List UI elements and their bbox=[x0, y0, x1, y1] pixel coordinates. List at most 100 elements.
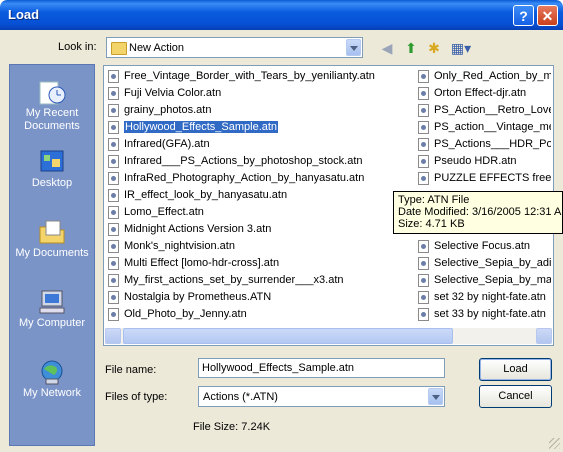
files-of-type-label: Files of type: bbox=[105, 391, 168, 403]
file-name: Pseudo HDR.atn bbox=[434, 155, 517, 167]
place-label: My Network bbox=[22, 387, 82, 399]
horizontal-scrollbar[interactable] bbox=[105, 328, 552, 344]
look-in-label: Look in: bbox=[58, 41, 97, 53]
file-name-input[interactable]: Hollywood_Effects_Sample.atn bbox=[198, 358, 445, 378]
list-item[interactable]: Fuji Velvia Color.atn bbox=[106, 85, 414, 102]
atn-file-icon bbox=[418, 70, 429, 83]
list-item[interactable]: PS_action__Vintage_mee bbox=[416, 119, 551, 136]
scroll-thumb[interactable] bbox=[123, 328, 453, 344]
atn-file-icon bbox=[108, 206, 119, 219]
list-item[interactable]: grainy_photos.atn bbox=[106, 102, 414, 119]
up-folder-icon[interactable]: ⬆ bbox=[401, 38, 421, 58]
list-item[interactable]: Monk's_nightvision.atn bbox=[106, 238, 414, 255]
file-name: Midnight Actions Version 3.atn bbox=[124, 223, 272, 235]
my-network-icon bbox=[37, 359, 67, 385]
list-item[interactable]: set 32 by night-fate.atn bbox=[416, 289, 551, 306]
list-item[interactable]: Selective_Sepia_by_adity bbox=[416, 255, 551, 272]
file-name: Fuji Velvia Color.atn bbox=[124, 87, 222, 99]
file-name: IR_effect_look_by_hanyasatu.atn bbox=[124, 189, 288, 201]
list-item[interactable]: InfraRed_Photography_Action_by_hanyasatu… bbox=[106, 170, 414, 187]
close-button[interactable]: ✕ bbox=[537, 5, 558, 26]
file-name: PUZZLE EFFECTS free ve bbox=[434, 172, 551, 184]
atn-file-icon bbox=[108, 291, 119, 304]
list-item[interactable]: Selective_Sepia_by_marl bbox=[416, 272, 551, 289]
list-item[interactable]: Hollywood_Effects_Sample.atn bbox=[106, 119, 414, 136]
scroll-right-button[interactable] bbox=[536, 328, 552, 344]
file-name: Selective Focus.atn bbox=[434, 240, 530, 252]
resize-grip-icon[interactable] bbox=[549, 438, 560, 449]
list-item[interactable]: Only_Red_Action_by_mi bbox=[416, 68, 551, 85]
file-name: Infrared(GFA).atn bbox=[124, 138, 210, 150]
list-item[interactable]: Free_Vintage_Border_with_Tears_by_yenili… bbox=[106, 68, 414, 85]
folder-icon bbox=[111, 42, 127, 55]
file-name: Only_Red_Action_by_mi bbox=[434, 70, 551, 82]
place-my-computer[interactable]: My Computer bbox=[10, 281, 94, 343]
chevron-down-icon[interactable] bbox=[346, 39, 361, 56]
dialog-title: Load bbox=[8, 7, 40, 22]
place-desktop[interactable]: Desktop bbox=[10, 141, 94, 203]
desktop-icon bbox=[37, 149, 67, 175]
cancel-button[interactable]: Cancel bbox=[479, 385, 552, 408]
atn-file-icon bbox=[108, 121, 119, 134]
atn-file-icon bbox=[108, 308, 119, 321]
file-name: Multi Effect [lomo-hdr-cross].atn bbox=[124, 257, 280, 269]
file-name: Orton Effect-djr.atn bbox=[434, 87, 527, 99]
file-name: Infrared___PS_Actions_by_photoshop_stock… bbox=[124, 155, 363, 167]
list-item[interactable]: Pseudo HDR.atn bbox=[416, 153, 551, 170]
files-of-type-select[interactable]: Actions (*.ATN) bbox=[198, 386, 445, 407]
atn-file-icon bbox=[108, 138, 119, 151]
title-bar[interactable]: Load ? ✕ bbox=[0, 0, 563, 30]
list-item[interactable]: Infrared(GFA).atn bbox=[106, 136, 414, 153]
place-my-documents[interactable]: My Documents bbox=[10, 211, 94, 273]
back-icon[interactable]: ◀ bbox=[377, 38, 397, 58]
load-dialog: Load ? ✕ Look in: New Action ◀ ⬆ ✱ ▦▾ My… bbox=[0, 0, 563, 452]
atn-file-icon bbox=[108, 240, 119, 253]
list-item[interactable]: Orton Effect-djr.atn bbox=[416, 85, 551, 102]
atn-file-icon bbox=[108, 172, 119, 185]
new-folder-icon[interactable]: ✱ bbox=[424, 38, 444, 58]
atn-file-icon bbox=[418, 257, 429, 270]
list-item[interactable]: PUZZLE EFFECTS free ve bbox=[416, 170, 551, 187]
file-name: Selective_Sepia_by_adity bbox=[434, 257, 551, 269]
scroll-left-button[interactable] bbox=[105, 328, 121, 344]
load-button[interactable]: Load bbox=[479, 358, 552, 381]
chevron-down-icon[interactable] bbox=[428, 388, 443, 405]
atn-file-icon bbox=[108, 155, 119, 168]
list-item[interactable]: Midnight Actions Version 3.atn bbox=[106, 221, 414, 238]
file-name: Free_Vintage_Border_with_Tears_by_yenili… bbox=[124, 70, 375, 82]
file-name: grainy_photos.atn bbox=[124, 104, 212, 116]
atn-file-icon bbox=[418, 138, 429, 151]
help-button[interactable]: ? bbox=[513, 5, 534, 26]
list-item[interactable]: Lomo_Effect.atn bbox=[106, 204, 414, 221]
atn-file-icon bbox=[108, 274, 119, 287]
list-item[interactable]: Old_Photo_by_Jenny.atn bbox=[106, 306, 414, 323]
list-item[interactable]: PS_Actions___HDR_Post bbox=[416, 136, 551, 153]
file-name-label: File name: bbox=[105, 364, 157, 376]
file-name: Monk's_nightvision.atn bbox=[124, 240, 235, 252]
list-item[interactable]: set 33 by night-fate.atn bbox=[416, 306, 551, 323]
file-name: My_first_actions_set_by_surrender___x3.a… bbox=[124, 274, 344, 286]
atn-file-icon bbox=[108, 104, 119, 117]
place-my-network[interactable]: My Network bbox=[10, 351, 94, 413]
file-name: Selective_Sepia_by_marl bbox=[434, 274, 551, 286]
list-item[interactable]: Infrared___PS_Actions_by_photoshop_stock… bbox=[106, 153, 414, 170]
atn-file-icon bbox=[418, 155, 429, 168]
file-name: set 32 by night-fate.atn bbox=[434, 291, 546, 303]
views-menu-icon[interactable]: ▦▾ bbox=[448, 38, 474, 58]
places-bar: My Recent Documents Desktop My Documents… bbox=[9, 64, 95, 446]
list-item[interactable]: Multi Effect [lomo-hdr-cross].atn bbox=[106, 255, 414, 272]
look-in-combo[interactable]: New Action bbox=[106, 37, 363, 58]
place-my-recent-documents[interactable]: My Recent Documents bbox=[10, 71, 94, 133]
list-item[interactable]: IR_effect_look_by_hanyasatu.atn bbox=[106, 187, 414, 204]
list-item[interactable]: Nostalgia by Prometheus.ATN bbox=[106, 289, 414, 306]
atn-file-icon bbox=[108, 87, 119, 100]
place-label: My Documents bbox=[15, 247, 89, 259]
my-computer-icon bbox=[37, 289, 67, 315]
list-item[interactable]: PS_Action__Retro_Love_ bbox=[416, 102, 551, 119]
atn-file-icon bbox=[108, 223, 119, 236]
list-item[interactable]: Selective Focus.atn bbox=[416, 238, 551, 255]
list-item[interactable]: My_first_actions_set_by_surrender___x3.a… bbox=[106, 272, 414, 289]
atn-file-icon bbox=[418, 291, 429, 304]
files-of-type-value: Actions (*.ATN) bbox=[203, 391, 278, 403]
file-name: PS_Actions___HDR_Post bbox=[434, 138, 551, 150]
